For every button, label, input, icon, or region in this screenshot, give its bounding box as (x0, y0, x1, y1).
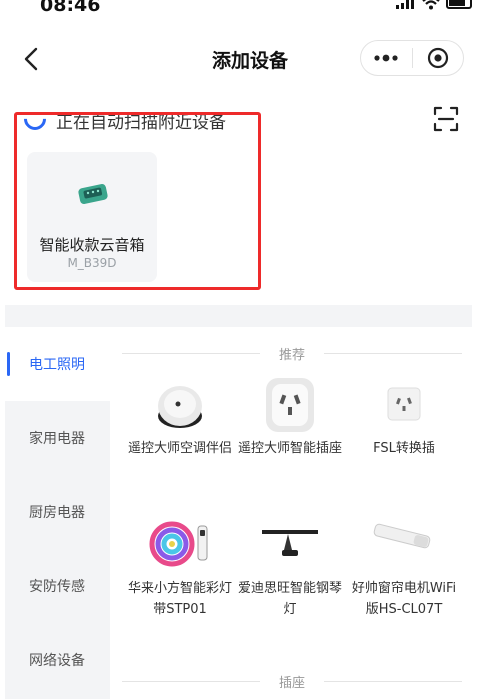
product-smart-plug[interactable]: 遥控大师智能插座 (234, 376, 346, 486)
status-bar: 08:46 (0, 0, 500, 22)
status-icons (396, 0, 472, 10)
product-name: 爱迪思旺智能钢琴灯 (237, 581, 342, 617)
product-piano-lamp[interactable]: 爱迪思旺智能钢琴灯 (234, 516, 346, 636)
signal-icon (396, 0, 416, 9)
product-light-strip[interactable]: 华来小方智能彩灯带STP01 (124, 516, 236, 636)
divider-line (324, 681, 462, 682)
section-header-sockets: 插座 (122, 672, 462, 691)
more-dots-icon (374, 54, 398, 62)
device-model: M_B39D (67, 256, 117, 270)
battery-icon (446, 0, 472, 9)
product-fsl-adapter[interactable]: FSL转换插 (348, 376, 460, 486)
cloud-speaker-icon (78, 184, 108, 204)
product-name: 遥控大师智能插座 (237, 441, 342, 456)
sidebar-item-network-devices[interactable]: 网络设备 (5, 623, 110, 697)
loading-spinner-icon (19, 103, 51, 135)
sidebar-item-electrical-lighting[interactable]: 电工照明 (5, 327, 110, 401)
section-separator (5, 305, 472, 327)
curtain-motor-icon (373, 523, 431, 549)
device-name: 智能收款云音箱 (39, 236, 145, 254)
sidebar-item-kitchen-appliances[interactable]: 厨房电器 (5, 475, 110, 549)
divider-line (324, 353, 462, 354)
section-header-recommended: 推荐 (122, 344, 462, 363)
adapter-plug-icon (387, 387, 421, 421)
menu-capsule (360, 40, 464, 76)
product-name: 好帅窗帘电机WiFi版HS-CL07T (351, 581, 457, 617)
smart-plug-icon (266, 378, 314, 432)
navigation-bar: 添加设备 (0, 35, 500, 83)
sidebar-item-security-sensors[interactable]: 安防传感 (5, 549, 110, 623)
product-curtain-motor[interactable]: 好帅窗帘电机WiFi版HS-CL07T (348, 516, 460, 656)
scan-status-row: 正在自动扫描附近设备 (0, 103, 500, 135)
product-name: 华来小方智能彩灯带STP01 (127, 581, 232, 617)
target-circle-icon (427, 47, 448, 69)
wifi-icon (422, 0, 440, 10)
status-time: 08:46 (40, 0, 101, 16)
piano-lamp-icon (262, 530, 318, 556)
sidebar-item-home-appliances[interactable]: 家用电器 (5, 401, 110, 475)
product-name: FSL转换插 (373, 441, 435, 456)
found-device-card[interactable]: 智能收款云音箱 M_B39D (27, 152, 157, 282)
product-name: 遥控大师空调伴侣 (127, 441, 232, 456)
close-miniprogram-button[interactable] (412, 41, 463, 75)
ac-companion-icon (158, 386, 202, 428)
qr-scan-icon[interactable] (432, 105, 460, 133)
product-ac-companion[interactable]: 遥控大师空调伴侣 (124, 376, 236, 486)
rgb-light-strip-icon (149, 521, 208, 567)
scan-status-text: 正在自动扫描附近设备 (56, 113, 226, 133)
more-button[interactable] (361, 41, 412, 75)
category-sidebar: 电工照明 家用电器 厨房电器 安防传感 网络设备 (5, 327, 110, 699)
